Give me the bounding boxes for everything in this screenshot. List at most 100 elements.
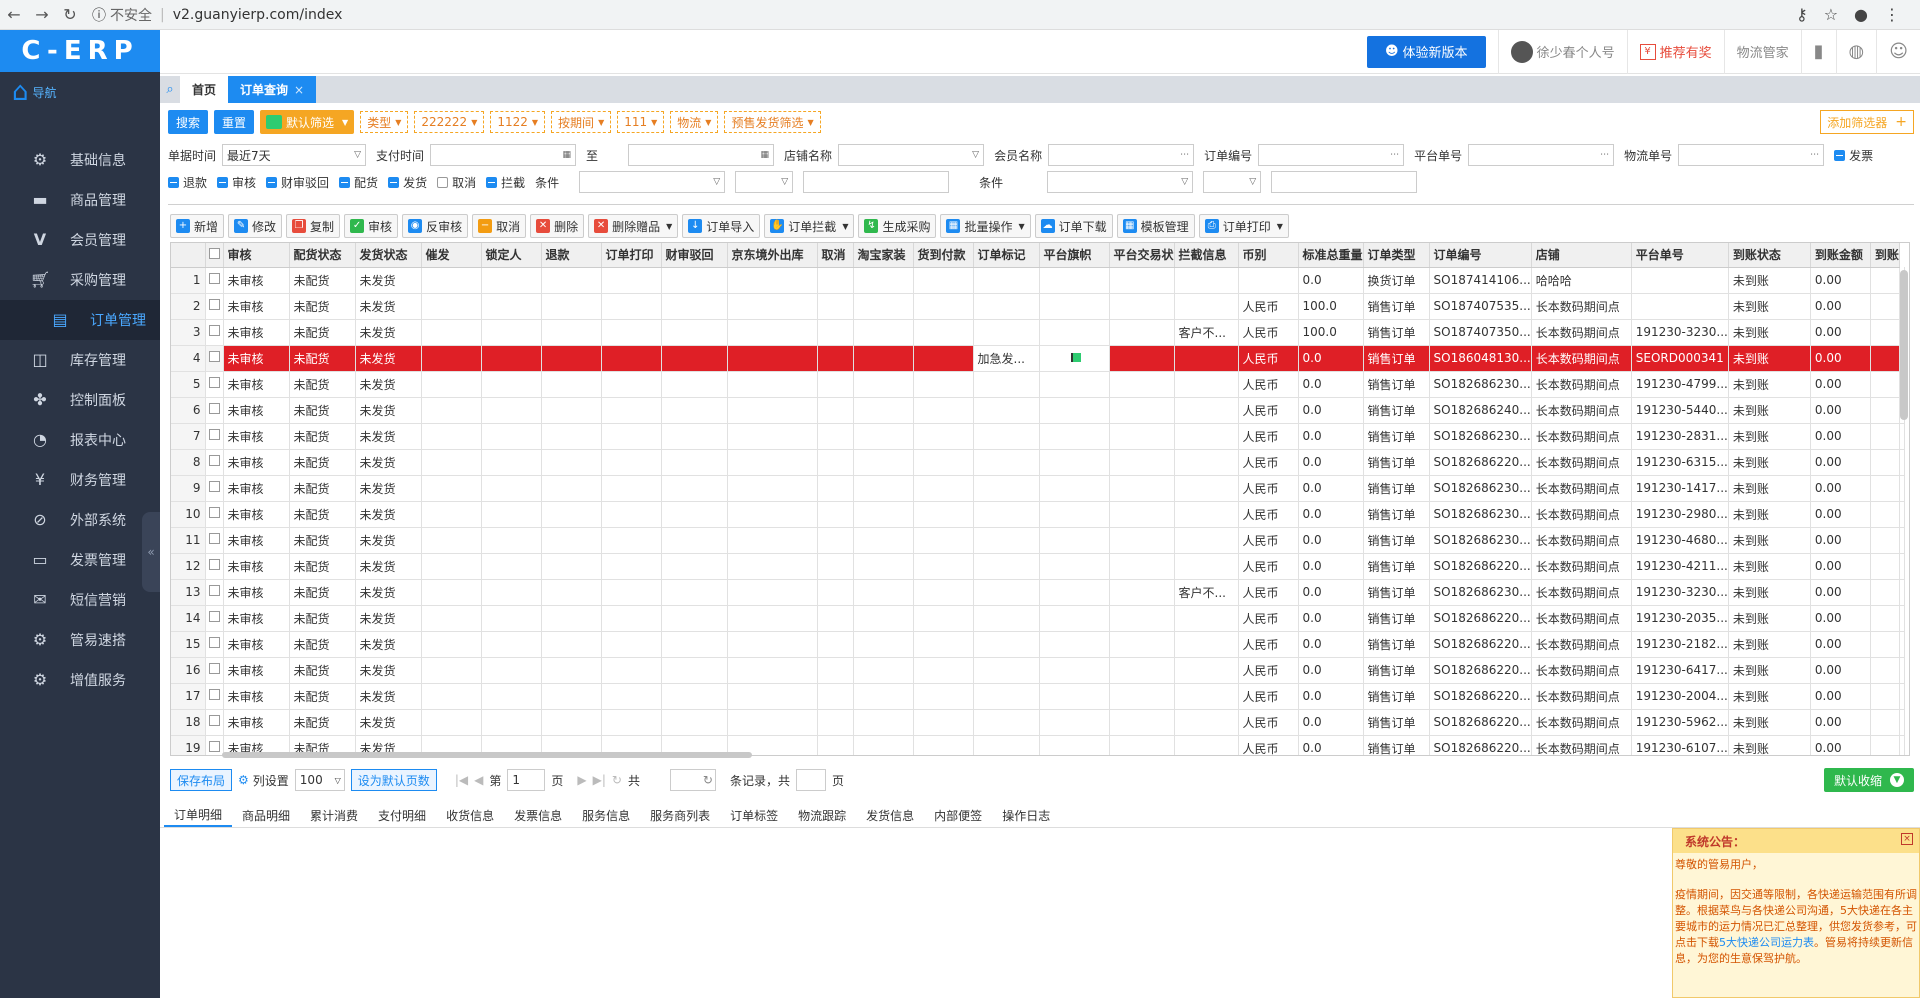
toolbar-button-9[interactable]: ✋ 订单拦截 ▼ (764, 214, 855, 238)
sidebar-item-products[interactable]: ▬ 商品管理 (0, 180, 160, 220)
reset-button[interactable]: 重置 (214, 110, 255, 134)
next-page-icon[interactable]: ▶ (577, 773, 586, 787)
row-select-cell[interactable] (205, 345, 224, 372)
prev-page-icon[interactable]: ◀ (474, 773, 483, 787)
save-layout-button[interactable]: 保存布局 (170, 769, 233, 791)
nav-home[interactable]: ⌂ 导航 (0, 72, 160, 112)
add-filter-button[interactable]: 添加筛选器 + (1820, 110, 1914, 134)
user-menu[interactable]: 徐少春个人号 (1497, 29, 1627, 74)
row-select-cell[interactable] (205, 605, 224, 632)
toolbar-button-14[interactable]: ⎙ 订单打印 ▼ (1198, 214, 1289, 238)
default-filter-button[interactable]: 默认筛选 ▼ (260, 110, 355, 134)
row-checkbox[interactable] (208, 299, 220, 310)
column-header[interactable]: 币别 (1238, 243, 1299, 268)
row-select-cell[interactable] (205, 449, 224, 476)
table-row[interactable]: 3 未审核 未配货 未发货 客户不... 人民币 100.0 销售订单 SO187407350.… (171, 319, 1905, 346)
detail-tab-8[interactable]: 订单标签 (720, 803, 788, 827)
column-header[interactable]: 退款 (541, 243, 602, 268)
account-icon[interactable]: ● (1854, 5, 1868, 24)
row-select-cell[interactable] (205, 553, 224, 580)
toolbar-button-1[interactable]: ✎ 修改 (228, 214, 283, 238)
member-input[interactable]: ⋯ (1048, 144, 1195, 166)
table-row[interactable]: 7 未审核 未配货 未发货 人民币 0.0 销售订单 SO182686230... 长本数码期间… (171, 423, 1905, 450)
condition-field-select[interactable]: ▽ (579, 171, 726, 193)
table-row[interactable]: 4 未审核 未配货 未发货 加急发... 人民币 0.0 销售订单 SO186048130...… (171, 345, 1905, 372)
condition2-field-select[interactable]: ▽ (1047, 171, 1194, 193)
row-checkbox[interactable] (208, 455, 220, 466)
toolbar-button-3[interactable]: ✓ 审核 (344, 214, 399, 238)
column-header[interactable]: 订单标记 (973, 243, 1040, 268)
capacity-sheet-link[interactable]: 5大快递公司运力表 (1719, 936, 1814, 949)
toolbar-button-12[interactable]: ☁ 订单下载 (1034, 214, 1113, 238)
search-icon[interactable]: ⌕ (160, 76, 180, 103)
sidebar-item-vas[interactable]: ⚙ 增值服务 (0, 660, 160, 700)
tab-order-query[interactable]: 订单查询 × (228, 76, 317, 103)
sidebar-item-reports[interactable]: ◔ 报表中心 (0, 420, 160, 460)
row-checkbox[interactable] (208, 507, 220, 518)
detail-tab-9[interactable]: 物流跟踪 (788, 803, 856, 827)
select-all-checkbox[interactable] (208, 247, 220, 259)
toolbar-button-8[interactable]: ↓ 订单导入 (682, 214, 761, 238)
column-header[interactable]: 标准总重量 (1298, 243, 1364, 268)
row-select-cell[interactable] (205, 657, 224, 684)
toolbar-button-11[interactable]: ▦ 批量操作 ▼ (940, 214, 1031, 238)
column-header[interactable]: 订单类型 (1363, 243, 1430, 268)
toolbar-button-10[interactable]: ↯ 生成采购 (858, 214, 937, 238)
refresh-icon[interactable]: ↻ (703, 773, 713, 787)
column-header[interactable]: 平台旗帜 (1039, 243, 1110, 268)
allocate-checkbox[interactable]: 配货 (339, 174, 378, 191)
refresh-icon[interactable]: ↻ (612, 773, 622, 787)
menu-icon[interactable]: ⋮ (1884, 5, 1900, 24)
page-input[interactable]: 1 (507, 769, 546, 791)
detail-tab-11[interactable]: 内部便签 (924, 803, 992, 827)
toolbar-button-13[interactable]: ▦ 模板管理 (1116, 214, 1195, 238)
table-row[interactable]: 8 未审核 未配货 未发货 人民币 0.0 销售订单 SO182686220... 长本数码期间… (171, 449, 1905, 476)
pay-time-end[interactable]: ▦ (628, 144, 775, 166)
intercept-checkbox[interactable]: 拦截 (486, 174, 525, 191)
ship-checkbox[interactable]: 发货 (388, 174, 427, 191)
table-row[interactable]: 17 未审核 未配货 未发货 人民币 0.0 销售订单 SO182686220... 长本数码期… (171, 683, 1905, 710)
column-header[interactable]: 锁定人 (481, 243, 542, 268)
detail-tab-6[interactable]: 服务信息 (572, 803, 640, 827)
row-checkbox[interactable] (208, 273, 220, 284)
column-header[interactable]: 到账金额 (1810, 243, 1871, 268)
profile-button[interactable]: ☺ (1876, 29, 1920, 74)
row-checkbox[interactable] (208, 559, 220, 570)
chevron-down-icon[interactable]: ▼ (666, 222, 672, 231)
sidebar-item-members[interactable]: V 会员管理 (0, 220, 160, 260)
column-header[interactable]: 到账状态 (1728, 243, 1811, 268)
sidebar-item-sms[interactable]: ✉ 短信营销 (0, 580, 160, 620)
close-icon[interactable]: × (1901, 833, 1913, 845)
address-bar[interactable]: ⓘ 不安全 | v2.guanyierp.com/index (92, 2, 1732, 27)
row-checkbox[interactable] (208, 715, 220, 726)
logistics-no-input[interactable]: ⋯ (1678, 144, 1825, 166)
star-icon[interactable]: ☆ (1824, 5, 1838, 24)
vertical-scrollbar[interactable] (1900, 270, 1908, 420)
default-collapse-button[interactable]: 默认收缩 ▼ (1823, 768, 1914, 792)
column-header[interactable]: 平台交易状 (1109, 243, 1175, 268)
filter-chip[interactable]: 类型 ▼ (360, 111, 409, 133)
sidebar-item-quickbuild[interactable]: ⚙ 管易速搭 (0, 620, 160, 660)
row-checkbox[interactable] (208, 637, 220, 648)
tab-home[interactable]: 首页 (180, 76, 229, 103)
condition2-value-input[interactable] (1271, 171, 1418, 193)
detail-tab-5[interactable]: 发票信息 (504, 803, 572, 827)
row-select-cell[interactable] (205, 735, 224, 755)
column-header[interactable]: 平台单号 (1631, 243, 1729, 268)
filter-chip[interactable]: 111 ▼ (617, 111, 665, 133)
filter-chip[interactable]: 按期间 ▼ (551, 111, 612, 133)
table-row[interactable]: 2 未审核 未配货 未发货 人民币 100.0 销售订单 SO187407535... 长本数码… (171, 293, 1905, 320)
row-select-cell[interactable] (205, 397, 224, 424)
sidebar-item-dashboard[interactable]: ✤ 控制面板 (0, 380, 160, 420)
order-no-input[interactable]: ⋯ (1258, 144, 1405, 166)
filter-chip[interactable]: 222222 ▼ (414, 111, 485, 133)
sidebar-item-inventory[interactable]: ◫ 库存管理 (0, 340, 160, 380)
row-select-cell[interactable] (205, 319, 224, 346)
chevron-down-icon[interactable]: ▼ (1277, 222, 1283, 231)
row-checkbox[interactable] (208, 351, 220, 362)
key-icon[interactable]: ⚷ (1796, 5, 1808, 24)
table-row[interactable]: 9 未审核 未配货 未发货 人民币 0.0 销售订单 SO182686230... 长本数码期间… (171, 475, 1905, 502)
search-button[interactable]: 搜索 (168, 110, 209, 134)
column-header[interactable]: 货到付款 (913, 243, 974, 268)
table-row[interactable]: 5 未审核 未配货 未发货 人民币 0.0 销售订单 SO182686230... 长本数码期间… (171, 371, 1905, 398)
